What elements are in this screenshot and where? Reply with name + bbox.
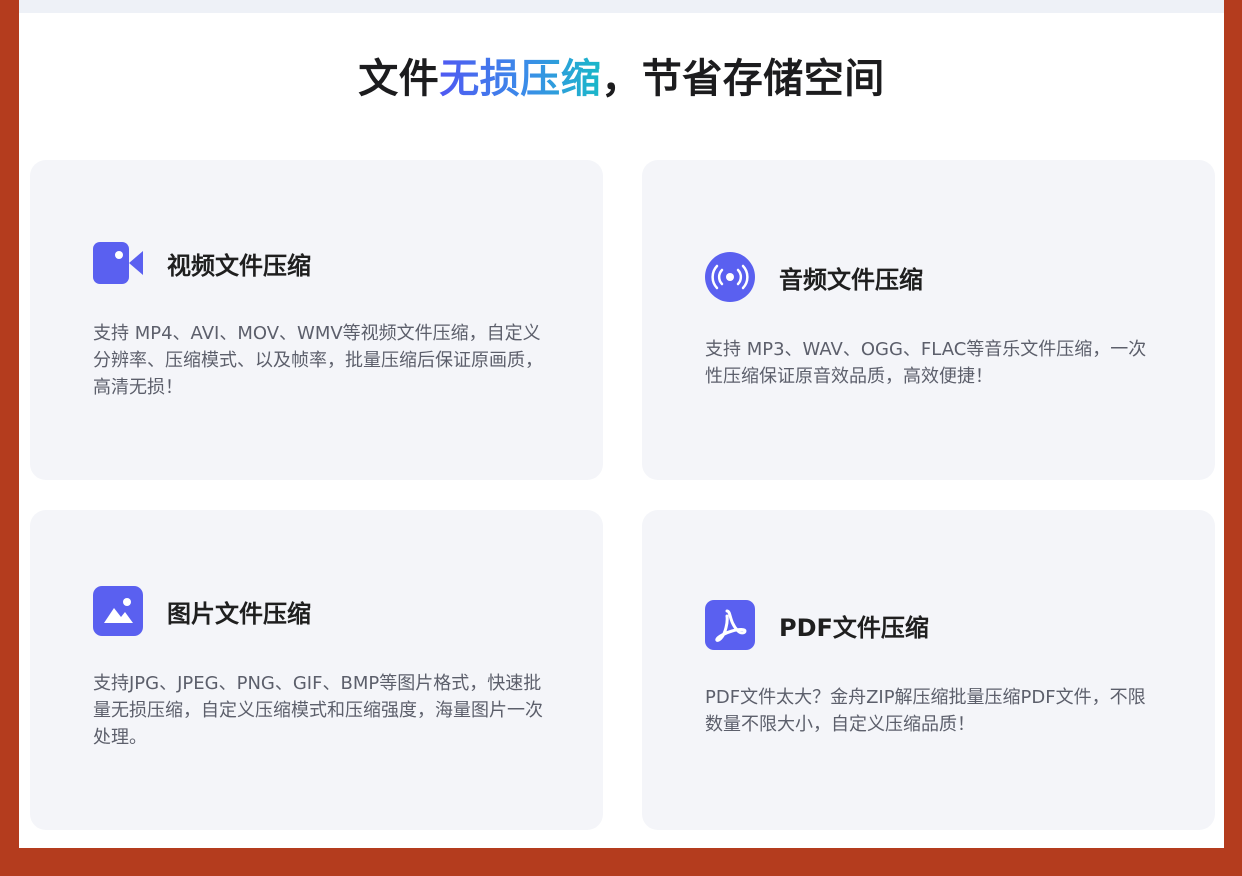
feature-card-image: 图片文件压缩 支持JPG、JPEG、PNG、GIF、BMP等图片格式，快速批量无… [30, 510, 603, 830]
card-header: 视频文件压缩 [93, 238, 311, 288]
card-title: 音频文件压缩 [779, 265, 923, 294]
card-title: 视频文件压缩 [167, 251, 311, 280]
headline-suffix: ，节省存储空间 [601, 56, 885, 102]
feature-card-audio: 音频文件压缩 支持 MP3、WAV、OGG、FLAC等音乐文件压缩，一次性压缩保… [642, 160, 1215, 480]
feature-card-video: 视频文件压缩 支持 MP4、AVI、MOV、WMV等视频文件压缩，自定义分辨率、… [30, 160, 603, 480]
page-frame: 文件无损压缩，节省存储空间 视频文件压缩 支持 MP4、AVI、MOV、WMV等… [19, 0, 1224, 848]
card-title: 图片文件压缩 [167, 599, 311, 628]
image-icon [93, 586, 143, 636]
pdf-icon [705, 600, 755, 650]
card-description: 支持 MP3、WAV、OGG、FLAC等音乐文件压缩，一次性压缩保证原音效品质，… [705, 339, 1147, 387]
card-header: 图片文件压缩 [93, 586, 311, 636]
headline-highlight: 无损压缩 [439, 56, 602, 102]
feature-card-pdf: PDF文件压缩 PDF文件太大？金舟ZIP解压缩批量压缩PDF文件，不限数量不限… [642, 510, 1215, 830]
card-description: 支持JPG、JPEG、PNG、GIF、BMP等图片格式，快速批量无损压缩，自定义… [93, 673, 543, 748]
card-title: PDF文件压缩 [779, 613, 929, 642]
top-strip [19, 0, 1224, 13]
card-header: PDF文件压缩 [705, 600, 929, 650]
video-camera-icon [93, 238, 143, 288]
headline-prefix: 文件 [358, 56, 440, 102]
audio-wave-icon [705, 252, 755, 302]
card-header: 音频文件压缩 [705, 252, 923, 302]
card-description: 支持 MP4、AVI、MOV、WMV等视频文件压缩，自定义分辨率、压缩模式、以及… [93, 323, 543, 398]
page-headline: 文件无损压缩，节省存储空间 [19, 46, 1224, 104]
card-description: PDF文件太大？金舟ZIP解压缩批量压缩PDF文件，不限数量不限大小，自定义压缩… [705, 687, 1146, 735]
